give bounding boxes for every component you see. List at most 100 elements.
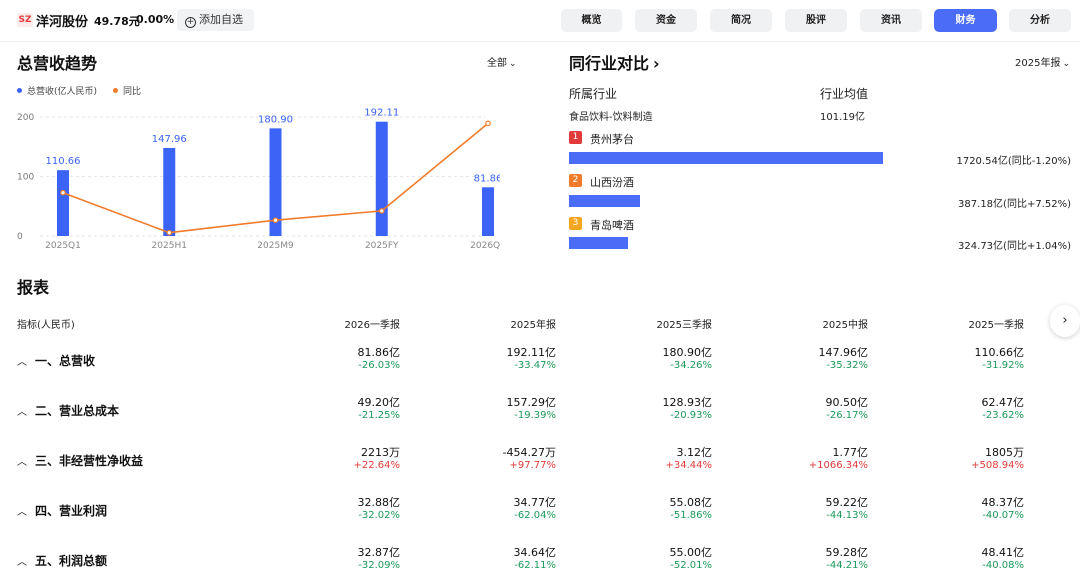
x-tick-label: 2025FY	[365, 241, 399, 251]
y-tick-label: 100	[17, 173, 34, 183]
yoy-point[interactable]	[272, 217, 279, 224]
table-cell-value: 32.88亿	[357, 496, 401, 509]
avg-label: 行业均值	[820, 87, 869, 101]
report-title: 报表	[17, 278, 50, 297]
chevron-up-icon: ︿	[17, 557, 27, 568]
table-cell-change: -33.47%	[514, 360, 556, 371]
y-tick-label: 200	[17, 113, 34, 123]
revenue-bar[interactable]	[163, 147, 176, 236]
x-tick-label: 2025H1	[152, 241, 187, 251]
peer-bar	[569, 195, 640, 207]
tab-label: 财务	[955, 15, 976, 26]
yoy-point[interactable]	[166, 229, 173, 236]
table-cell-value: 180.90亿	[662, 346, 713, 359]
tab-label: 概览	[581, 15, 602, 26]
table-cell-change: -34.26%	[670, 360, 712, 371]
table-cell-change: -40.08%	[982, 560, 1024, 571]
table-cell-value: 157.29亿	[506, 396, 557, 409]
table-header-label: 指标(人民币)	[17, 320, 75, 331]
table-cell-value: 55.08亿	[669, 496, 713, 509]
bar-value-label: 147.96	[152, 134, 187, 145]
tab-reviews[interactable]: 股评	[785, 9, 847, 32]
bar-value-label: 192.11	[364, 108, 399, 119]
chevron-down-icon: ⌄	[1062, 59, 1070, 69]
tab-funds[interactable]: 资金	[635, 9, 697, 32]
table-cell-value: 192.11亿	[506, 346, 557, 359]
tab-label: 资讯	[881, 15, 901, 26]
bar-value-label: 81.86	[474, 173, 500, 184]
peer-name: 山西汾酒	[590, 176, 634, 189]
revenue-bar[interactable]	[482, 187, 494, 236]
x-tick-label: 2025M9	[257, 241, 294, 251]
yoy-point[interactable]	[485, 120, 491, 127]
revenue-filter-dropdown[interactable]: 全部 ⌄	[487, 54, 517, 69]
peer-value: 1720.54亿(同比-1.20%)	[956, 156, 1071, 167]
market-badge: SZ	[17, 13, 33, 27]
table-cell-value: 62.47亿	[981, 396, 1025, 409]
table-row-label[interactable]: ︿ 四、营业利润	[17, 502, 107, 519]
chevron-right-icon: ›	[1062, 313, 1068, 328]
peer-title[interactable]: 同行业对比 ›	[569, 50, 660, 74]
stock-header: SZ 洋河股份 49.78元 0.00% + 添加自选 概览 资金 简况 股评 资…	[0, 0, 1080, 42]
row-label-text: 四、营业利润	[35, 504, 108, 518]
stock-price: 49.78元	[94, 15, 140, 28]
tab-profile[interactable]: 简况	[710, 9, 772, 32]
table-cell-value: 48.37亿	[981, 496, 1025, 509]
row-label-text: 二、营业总成本	[35, 404, 120, 418]
table-cell-value: 1805万	[985, 446, 1024, 459]
bar-value-label: 110.66	[46, 156, 81, 167]
table-cell-change: +34.44%	[665, 460, 712, 471]
table-cell-value: 49.20亿	[357, 396, 401, 409]
peer-value: 324.73亿(同比+1.04%)	[958, 241, 1071, 252]
table-cell-value: 1.77亿	[832, 446, 869, 459]
row-label-text: 五、利润总额	[35, 554, 108, 568]
table-cell-change: +97.77%	[509, 460, 556, 471]
table-cell-change: -21.25%	[358, 410, 400, 421]
table-header-period: 2025年报	[510, 320, 556, 331]
table-cell-value: 34.64亿	[513, 546, 557, 559]
stock-name: 洋河股份	[36, 15, 89, 30]
tab-label: 股评	[806, 15, 826, 26]
table-cell-value: 32.87亿	[357, 546, 401, 559]
plus-circle-icon: +	[185, 17, 196, 28]
yoy-point[interactable]	[60, 189, 66, 196]
chevron-up-icon: ︿	[17, 457, 27, 468]
table-row-label[interactable]: ︿ 三、非经营性净收益	[17, 452, 143, 469]
table-header-period: 2025三季报	[656, 320, 712, 331]
industry-label: 所属行业	[569, 87, 618, 101]
add-watchlist-button[interactable]: + 添加自选	[177, 9, 254, 31]
revenue-bar[interactable]	[57, 170, 69, 236]
table-cell-value: 128.93亿	[662, 396, 713, 409]
tab-overview[interactable]: 概览	[561, 9, 622, 32]
chevron-up-icon: ︿	[17, 407, 27, 418]
table-cell-change: -62.04%	[514, 510, 556, 521]
revenue-bar[interactable]	[375, 121, 388, 236]
table-cell-change: +508.94%	[971, 460, 1024, 471]
scroll-right-button[interactable]: ›	[1050, 305, 1080, 337]
period-dropdown[interactable]: 2025年报 ⌄	[1015, 54, 1070, 69]
table-cell-change: -20.93%	[670, 410, 712, 421]
tab-news[interactable]: 资讯	[860, 9, 922, 32]
table-row-label[interactable]: ︿ 二、营业总成本	[17, 402, 119, 419]
table-cell-change: -26.17%	[826, 410, 868, 421]
bar-value-label: 180.90	[258, 114, 293, 125]
tab-label: 分析	[1030, 15, 1050, 26]
tab-finance[interactable]: 财务	[934, 9, 997, 32]
tab-analysis[interactable]: 分析	[1009, 9, 1071, 32]
table-cell-change: -62.11%	[514, 560, 556, 571]
table-cell-change: -31.92%	[982, 360, 1024, 371]
industry-value: 食品饮料-饮料制造	[569, 112, 653, 123]
add-watchlist-label: 添加自选	[199, 13, 243, 26]
peer-bar	[569, 152, 883, 164]
table-cell-change: -23.62%	[982, 410, 1024, 421]
peer-bar	[569, 237, 628, 249]
table-cell-change: -32.09%	[358, 560, 400, 571]
table-cell-value: 2213万	[361, 446, 400, 459]
table-row-label[interactable]: ︿ 五、利润总额	[17, 552, 107, 569]
peer-title-label: 同行业对比	[569, 54, 650, 73]
table-cell-value: 34.77亿	[513, 496, 557, 509]
x-tick-label: 2026Q1	[470, 241, 500, 251]
table-row-label[interactable]: ︿ 一、总营收	[17, 352, 95, 369]
yoy-point[interactable]	[378, 208, 385, 214]
chevron-right-icon: ›	[653, 54, 660, 73]
